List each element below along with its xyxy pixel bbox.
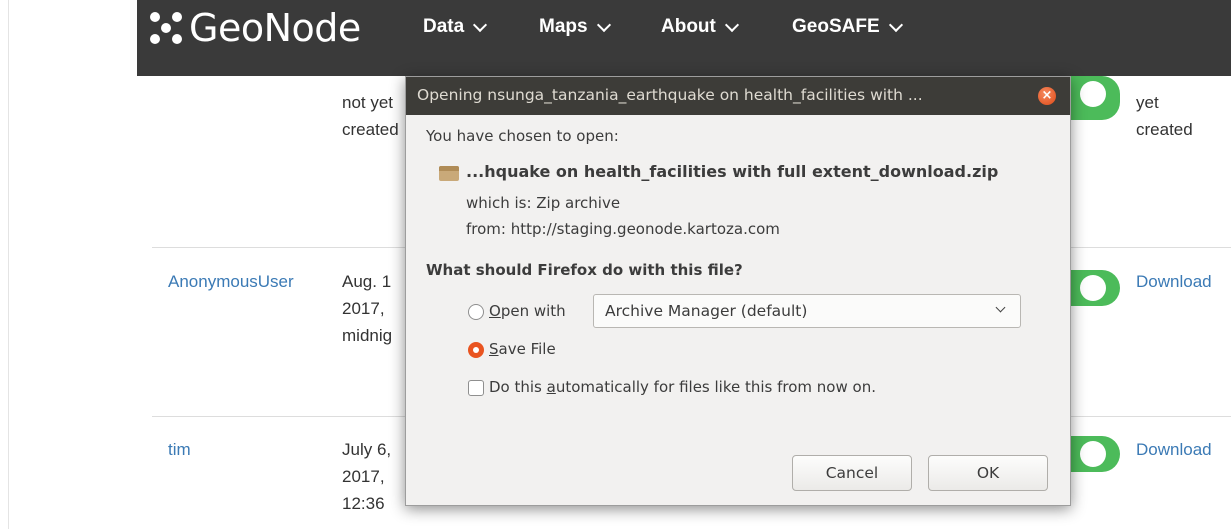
dialog-filename: ...hquake on health_facilities with full… (466, 162, 999, 181)
nav-maps[interactable]: Maps (539, 16, 611, 38)
nav-data[interactable]: Data (423, 16, 488, 38)
dialog-intro: You have chosen to open: (426, 127, 619, 145)
dialog-question: What should Firefox do with this file? (426, 261, 743, 279)
row1-date: not yet created (342, 93, 399, 139)
download-dialog: Opening nsunga_tanzania_earthquake on he… (405, 76, 1071, 506)
top-navbar: GeoNode Data Maps About GeoSAFE (137, 0, 1231, 76)
logo-text: GeoNode (189, 6, 361, 50)
save-file-radio[interactable] (468, 342, 484, 358)
file-source: from: http://staging.geonode.kartoza.com (466, 220, 780, 238)
nav-geosafe[interactable]: GeoSAFE (792, 16, 903, 38)
row1-download-status: yet created (1136, 93, 1193, 139)
row3-download-link[interactable]: Download (1136, 436, 1212, 463)
geonode-logo[interactable]: GeoNode (147, 8, 361, 48)
auto-action-label[interactable]: Do this automatically for files like thi… (489, 378, 876, 396)
chevron-down-icon (473, 17, 488, 32)
save-file-label[interactable]: Save File (489, 340, 556, 358)
page-left-border (8, 0, 9, 529)
row2-date: Aug. 1 2017, midnig (342, 272, 393, 345)
chevron-down-icon (596, 17, 611, 32)
cancel-button[interactable]: Cancel (792, 455, 912, 491)
chevron-down-icon (995, 302, 1006, 313)
dialog-title: Opening nsunga_tanzania_earthquake on he… (417, 86, 923, 104)
close-icon[interactable]: × (1038, 87, 1056, 105)
row3-date: July 6, 2017, 12:36 (342, 440, 392, 513)
open-with-label[interactable]: Open with (489, 302, 566, 320)
row2-download-link[interactable]: Download (1136, 268, 1212, 295)
open-with-app-value: Archive Manager (default) (605, 302, 808, 320)
row3-user-link[interactable]: tim (168, 436, 191, 463)
chevron-down-icon (888, 17, 903, 32)
ok-button[interactable]: OK (928, 455, 1048, 491)
zip-file-icon (439, 166, 459, 181)
open-with-radio[interactable] (468, 304, 484, 320)
chevron-down-icon (724, 17, 739, 32)
auto-action-checkbox[interactable] (468, 380, 484, 396)
row2-user-link[interactable]: AnonymousUser (168, 268, 294, 295)
dialog-titlebar[interactable]: Opening nsunga_tanzania_earthquake on he… (406, 77, 1070, 115)
nav-about[interactable]: About (661, 16, 739, 38)
file-type: which is: Zip archive (466, 194, 621, 212)
geonode-logo-icon (147, 9, 185, 47)
open-with-app-select[interactable]: Archive Manager (default) (593, 294, 1021, 328)
